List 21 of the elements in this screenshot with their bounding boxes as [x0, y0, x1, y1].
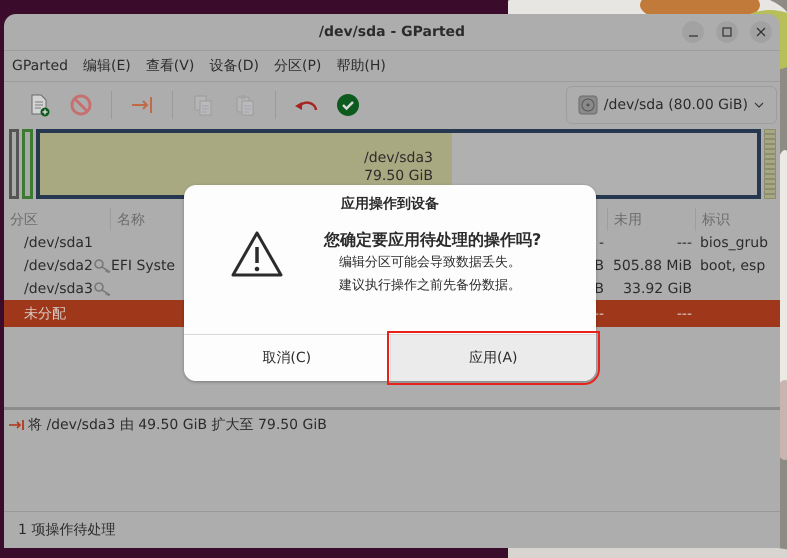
dialog-message: 编辑分区可能会导致数据丢失。	[339, 254, 521, 272]
table-cell: /dev/sda2	[24, 258, 93, 274]
table-cell: EFI Syste	[111, 258, 176, 274]
status-text: 1 项操作待处理	[18, 521, 116, 539]
table-cell: 未分配	[24, 304, 66, 322]
pending-operation: 将 /dev/sda3 由 49.50 GiB 扩大至 79.50 GiB	[28, 416, 327, 434]
table-cell: bios_grub	[700, 234, 768, 250]
table-cell: -	[598, 234, 604, 250]
dialog-message: 建议执行操作之前先备份数据。	[339, 277, 521, 295]
table-cell: 33.92 GiB	[623, 280, 692, 296]
table-cell: B	[594, 258, 604, 274]
table-cell: boot, esp	[700, 258, 766, 274]
table-cell: ---	[676, 306, 692, 322]
table-cell: B	[594, 280, 604, 296]
dialog-heading: 您确定要应用待处理的操作吗?	[324, 230, 542, 251]
table-cell: /dev/sda3	[24, 280, 93, 296]
table-cell: 505.88 MiB	[612, 258, 692, 274]
partition-size: 79.50 GiB	[364, 167, 433, 185]
table-cell: ---	[676, 234, 692, 250]
partition-label: /dev/sda3	[364, 149, 433, 167]
window-title: /dev/sda - GParted	[318, 24, 466, 40]
